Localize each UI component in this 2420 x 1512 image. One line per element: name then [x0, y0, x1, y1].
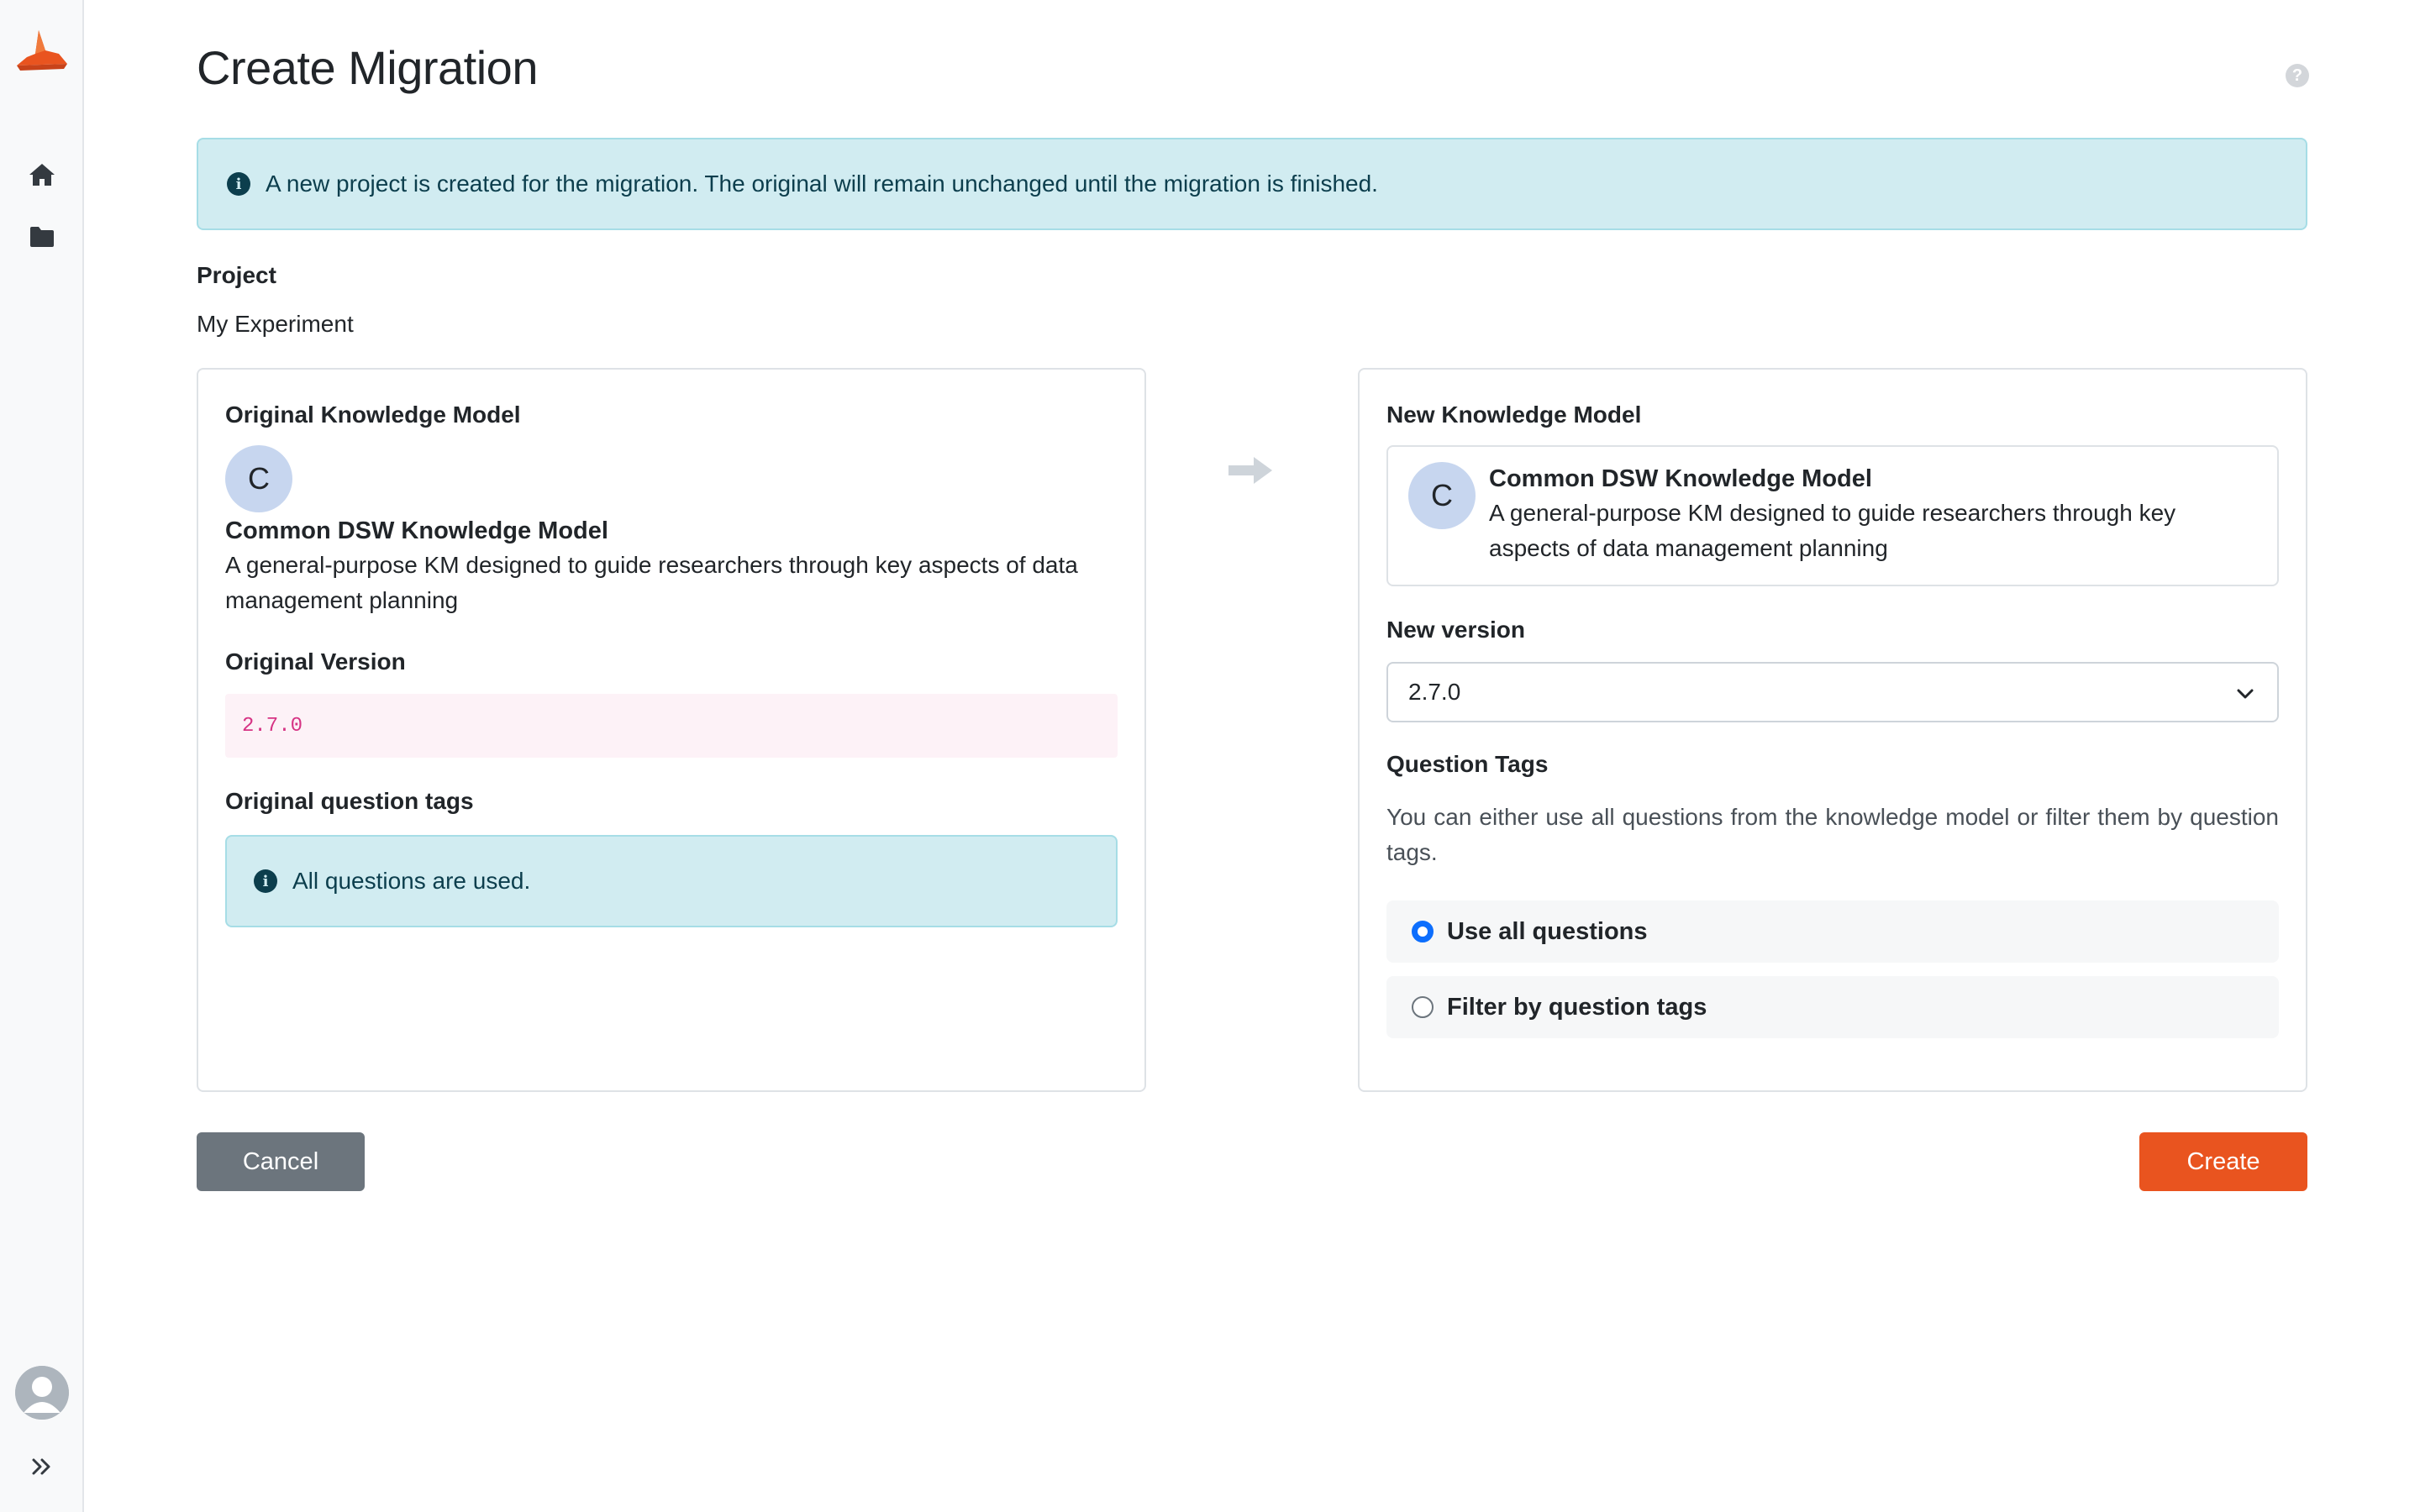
original-tags-alert-text: All questions are used. [292, 868, 531, 894]
double-chevron-right-icon[interactable] [25, 1450, 59, 1483]
page-title: Create Migration [197, 41, 538, 94]
cancel-button[interactable]: Cancel [197, 1132, 365, 1191]
radio-use-all-questions[interactable]: Use all questions [1386, 900, 2279, 963]
radio-use-all-label: Use all questions [1447, 917, 1648, 945]
new-km-selected[interactable]: C Common DSW Knowledge Model A general-p… [1386, 445, 2279, 586]
original-km-card: Original Knowledge Model C Common DSW Kn… [197, 368, 1146, 1092]
original-version-value: 2.7.0 [225, 694, 1118, 758]
help-icon[interactable]: ? [2286, 64, 2309, 87]
migration-info-alert: i A new project is created for the migra… [197, 138, 2307, 230]
new-km-heading: New Knowledge Model [1386, 402, 1642, 428]
radio-unchecked-icon[interactable] [1412, 996, 1434, 1018]
original-km-description-line2: management planning [225, 587, 459, 613]
info-alert-text: A new project is created for the migrati… [266, 171, 1378, 197]
new-km-name: Common DSW Knowledge Model [1489, 465, 1872, 492]
radio-filter-by-tags[interactable]: Filter by question tags [1386, 976, 2279, 1038]
project-label: Project [197, 262, 276, 288]
folder-icon[interactable] [25, 220, 59, 254]
radio-filter-label: Filter by question tags [1447, 993, 1707, 1021]
original-km-badge: C [225, 445, 292, 512]
info-icon: i [227, 172, 250, 196]
original-version-label: Original Version [225, 648, 406, 675]
chevron-down-icon [2233, 682, 2257, 706]
create-button[interactable]: Create [2139, 1132, 2307, 1191]
wizard-hat-logo-icon[interactable] [15, 29, 69, 76]
new-version-select[interactable]: 2.7.0 [1386, 662, 2279, 722]
new-version-label: New version [1386, 617, 1525, 643]
new-km-description-line2: aspects of data management planning [1489, 535, 1888, 561]
info-icon: i [254, 869, 277, 893]
original-tags-alert: i All questions are used. [225, 835, 1118, 927]
original-km-name: Common DSW Knowledge Model [225, 517, 608, 544]
new-km-description-line1: A general-purpose KM designed to guide r… [1489, 500, 2176, 526]
question-tags-label: Question Tags [1386, 751, 1549, 777]
radio-checked-icon[interactable] [1412, 921, 1434, 942]
new-km-card: New Knowledge Model C Common DSW Knowled… [1358, 368, 2307, 1092]
project-value: My Experiment [197, 311, 354, 337]
arrow-right-icon [1225, 454, 1276, 487]
new-version-value: 2.7.0 [1408, 679, 1461, 705]
original-km-heading: Original Knowledge Model [225, 402, 521, 428]
original-tags-label: Original question tags [225, 788, 474, 814]
original-km-description-line1: A general-purpose KM designed to guide r… [225, 552, 1078, 578]
new-km-badge: C [1408, 462, 1476, 529]
user-avatar-icon[interactable] [15, 1366, 69, 1420]
home-icon[interactable] [25, 158, 59, 192]
question-tags-help: You can either use all questions from th… [1386, 804, 2279, 865]
sidebar [0, 0, 84, 1512]
